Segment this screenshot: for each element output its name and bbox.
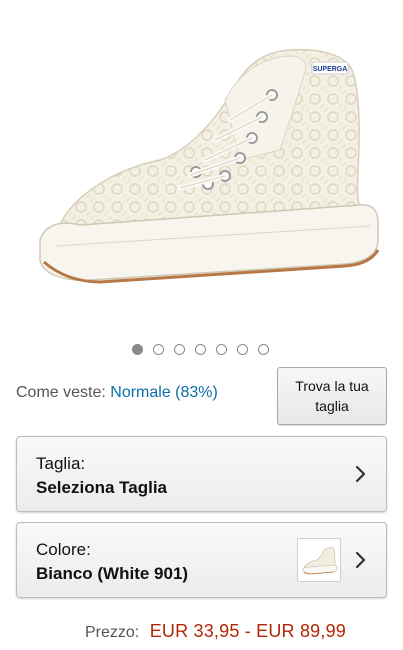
image-carousel-dots <box>132 344 269 355</box>
price-value: EUR 33,95 - EUR 89,99 <box>149 621 346 641</box>
shoe-thumbnail-icon <box>302 547 338 575</box>
fit-info: Come veste: Normale (83%) <box>16 384 218 402</box>
shoe-illustration: SUPERGA <box>39 48 380 284</box>
product-image[interactable]: SUPERGA <box>0 0 403 335</box>
fit-value-link[interactable]: Normale (83%) <box>110 384 218 401</box>
color-selector[interactable]: Colore: Bianco (White 901) <box>16 522 387 598</box>
size-selector[interactable]: Taglia: Seleziona Taglia <box>16 436 387 512</box>
carousel-dot[interactable] <box>258 344 269 355</box>
size-selector-value: Seleziona Taglia <box>36 478 168 497</box>
size-selector-label: Taglia: <box>36 454 86 473</box>
find-your-size-button[interactable]: Trova la tua taglia <box>277 367 387 425</box>
chevron-right-icon <box>355 465 366 483</box>
color-swatch-thumbnail <box>297 538 341 582</box>
price-label: Prezzo: <box>85 624 140 641</box>
carousel-dot[interactable] <box>174 344 185 355</box>
color-selector-value: Bianco (White 901) <box>36 564 189 583</box>
carousel-dot[interactable] <box>153 344 164 355</box>
carousel-dot[interactable] <box>237 344 248 355</box>
carousel-dot[interactable] <box>132 344 143 355</box>
carousel-dot[interactable] <box>195 344 206 355</box>
carousel-dot[interactable] <box>216 344 227 355</box>
chevron-right-icon <box>355 551 366 569</box>
price-row: Prezzo: EUR 33,95 - EUR 89,99 <box>85 621 346 642</box>
fit-label: Come veste: <box>16 384 106 401</box>
svg-text:SUPERGA: SUPERGA <box>313 66 348 73</box>
color-selector-label: Colore: <box>36 540 91 559</box>
